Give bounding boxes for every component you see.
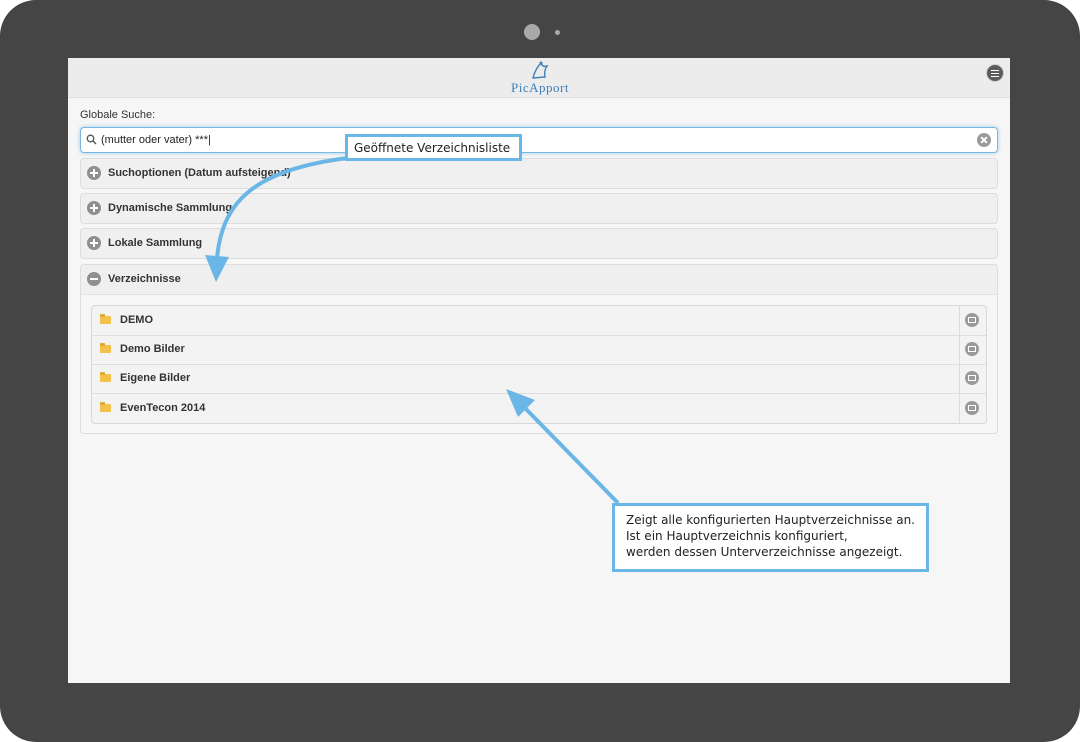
arrow-head-top: [205, 255, 229, 282]
arrow-to-directories: [215, 156, 349, 259]
callout-line: werden dessen Unterverzeichnisse angezei…: [626, 545, 903, 559]
annotation-arrows: [205, 156, 620, 505]
callout-text: Geöffnete Verzeichnisliste: [354, 141, 511, 155]
callout-open-directory-list: Geöffnete Verzeichnisliste: [345, 134, 522, 161]
arrow-to-list: [520, 403, 620, 505]
callout-directory-explanation: Zeigt alle konfigurierten Hauptverzeichn…: [612, 503, 929, 572]
callout-line: Zeigt alle konfigurierten Hauptverzeichn…: [626, 513, 915, 527]
callout-line: Ist ein Hauptverzeichnis konfiguriert,: [626, 529, 848, 543]
